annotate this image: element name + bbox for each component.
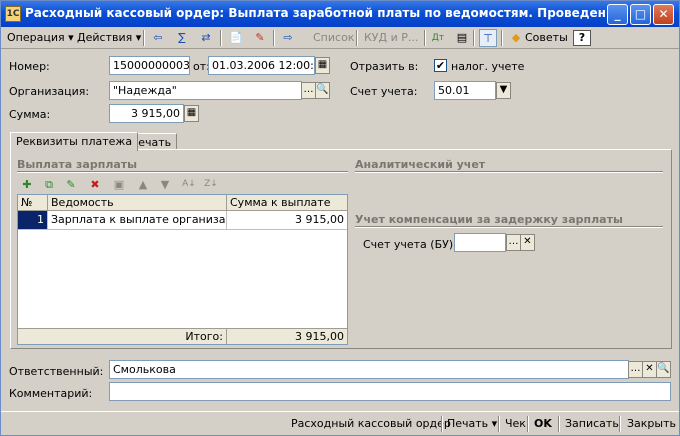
help-icon[interactable]: ? bbox=[573, 30, 591, 46]
bu-account-field[interactable] bbox=[454, 233, 506, 252]
payroll-table: № Ведомость Сумма к выплате 1 Зарплата к… bbox=[17, 194, 348, 345]
status-bar: Расходный кассовый ордер Печать ▾ Чек OK… bbox=[1, 411, 679, 435]
formula-icon[interactable]: ∑ bbox=[173, 29, 191, 47]
prev-icon[interactable]: ⇦ bbox=[149, 29, 167, 47]
receipt-button[interactable]: Чек bbox=[505, 416, 526, 432]
report-icon[interactable]: ▤ bbox=[453, 29, 471, 47]
end-edit-icon[interactable]: ▣ bbox=[111, 177, 127, 193]
sum-field[interactable]: 3 915,00 bbox=[109, 104, 184, 123]
total-label: Итого: bbox=[18, 328, 227, 344]
tips-button[interactable]: Советы bbox=[525, 29, 568, 47]
table-row-number[interactable]: 1 bbox=[18, 211, 48, 229]
bu-account-label: Счет учета (БУ): bbox=[363, 238, 457, 251]
reflect-label: Отразить в: bbox=[350, 60, 419, 73]
refresh-icon[interactable]: ⇄ bbox=[197, 29, 215, 47]
compensation-section-title: Учет компенсации за задержку зарплаты bbox=[355, 213, 623, 226]
col-statement[interactable]: Ведомость bbox=[48, 195, 227, 211]
table-row-statement[interactable]: Зарплата к выплате организаци... bbox=[48, 211, 227, 229]
save-button[interactable]: Записать bbox=[565, 416, 619, 432]
add-row-icon[interactable]: ✚ bbox=[19, 177, 35, 193]
responsible-label: Ответственный: bbox=[9, 365, 104, 378]
number-field[interactable]: 15000000003 bbox=[109, 56, 190, 75]
copy-row-icon[interactable]: ⧉ bbox=[41, 177, 57, 193]
responsible-field[interactable]: Смолькова bbox=[109, 360, 629, 379]
kudir-button[interactable]: КУД и Р... bbox=[364, 29, 418, 47]
account-field[interactable]: 50.01 bbox=[434, 81, 496, 100]
unpost-icon[interactable]: ✎ bbox=[251, 29, 269, 47]
select-ellipsis-icon[interactable]: … bbox=[301, 82, 316, 99]
tax-label: налог. учете bbox=[451, 60, 525, 73]
structure-icon[interactable]: ⊤ bbox=[479, 29, 497, 47]
select-ellipsis-icon[interactable]: … bbox=[628, 361, 643, 378]
title-bar: 1С Расходный кассовый ордер: Выплата зар… bbox=[1, 1, 679, 27]
actions-menu[interactable]: Действия ▾ bbox=[77, 29, 141, 47]
open-search-icon[interactable]: 🔍 bbox=[315, 82, 330, 99]
clear-icon[interactable]: ✕ bbox=[520, 234, 535, 251]
date-field[interactable]: 01.03.2006 12:00:00 bbox=[208, 56, 315, 75]
calendar-icon[interactable]: ▦ bbox=[315, 57, 330, 74]
col-amount[interactable]: Сумма к выплате bbox=[227, 195, 347, 211]
tax-checkbox[interactable]: ✔ bbox=[434, 59, 447, 72]
post-icon[interactable]: 📄 bbox=[227, 29, 245, 47]
toolbar: Операция ▾ Действия ▾ ⇦ ∑ ⇄ 📄 ✎ ⇨ Список… bbox=[1, 27, 679, 49]
open-search-icon[interactable]: 🔍 bbox=[656, 361, 671, 378]
total-value: 3 915,00 bbox=[227, 328, 347, 344]
comment-label: Комментарий: bbox=[9, 387, 93, 400]
operation-menu[interactable]: Операция ▾ bbox=[7, 29, 74, 47]
edit-row-icon[interactable]: ✎ bbox=[63, 177, 79, 193]
tips-icon[interactable]: ◆ bbox=[507, 29, 525, 47]
based-on-icon[interactable]: ⇨ bbox=[279, 29, 297, 47]
move-down-icon[interactable]: ▼ bbox=[157, 177, 173, 193]
document-window: 1С Расходный кассовый ордер: Выплата зар… bbox=[0, 0, 680, 436]
app-icon: 1С bbox=[5, 6, 21, 22]
maximize-button[interactable]: □ bbox=[630, 4, 651, 25]
payroll-section-title: Выплата зарплаты bbox=[17, 158, 138, 171]
print-doc-button[interactable]: Расходный кассовый ордер bbox=[291, 416, 451, 432]
delete-row-icon[interactable]: ✖ bbox=[87, 177, 103, 193]
print-menu-button[interactable]: Печать ▾ bbox=[447, 416, 497, 432]
comment-field[interactable] bbox=[109, 382, 671, 401]
close-window-button[interactable]: ✕ bbox=[653, 4, 674, 25]
table-row-amount[interactable]: 3 915,00 bbox=[227, 211, 347, 229]
sum-label: Сумма: bbox=[9, 108, 51, 121]
account-label: Счет учета: bbox=[350, 85, 418, 98]
minimize-button[interactable]: _ bbox=[607, 4, 628, 25]
organization-label: Организация: bbox=[9, 85, 90, 98]
sort-asc-icon[interactable]: A↓ bbox=[181, 177, 197, 193]
organization-field[interactable]: "Надежда" bbox=[109, 81, 302, 100]
calculator-icon[interactable]: ▦ bbox=[184, 105, 199, 122]
sort-desc-icon[interactable]: Z↓ bbox=[203, 177, 219, 193]
number-label: Номер: bbox=[9, 60, 50, 73]
move-up-icon[interactable]: ▲ bbox=[135, 177, 151, 193]
ok-button[interactable]: OK bbox=[534, 416, 552, 432]
select-ellipsis-icon[interactable]: … bbox=[506, 234, 521, 251]
analytics-section-title: Аналитический учет bbox=[355, 158, 486, 171]
close-button[interactable]: Закрыть bbox=[627, 416, 676, 432]
col-number[interactable]: № bbox=[18, 195, 48, 211]
tab-payment-details[interactable]: Реквизиты платежа bbox=[10, 132, 139, 151]
list-button[interactable]: Список bbox=[313, 29, 354, 47]
clear-icon[interactable]: ✕ bbox=[642, 361, 657, 378]
debit-credit-icon[interactable]: Дт bbox=[429, 29, 447, 47]
chevron-down-icon[interactable]: ▼ bbox=[496, 82, 511, 99]
window-title: Расходный кассовый ордер: Выплата зарабо… bbox=[25, 6, 606, 20]
